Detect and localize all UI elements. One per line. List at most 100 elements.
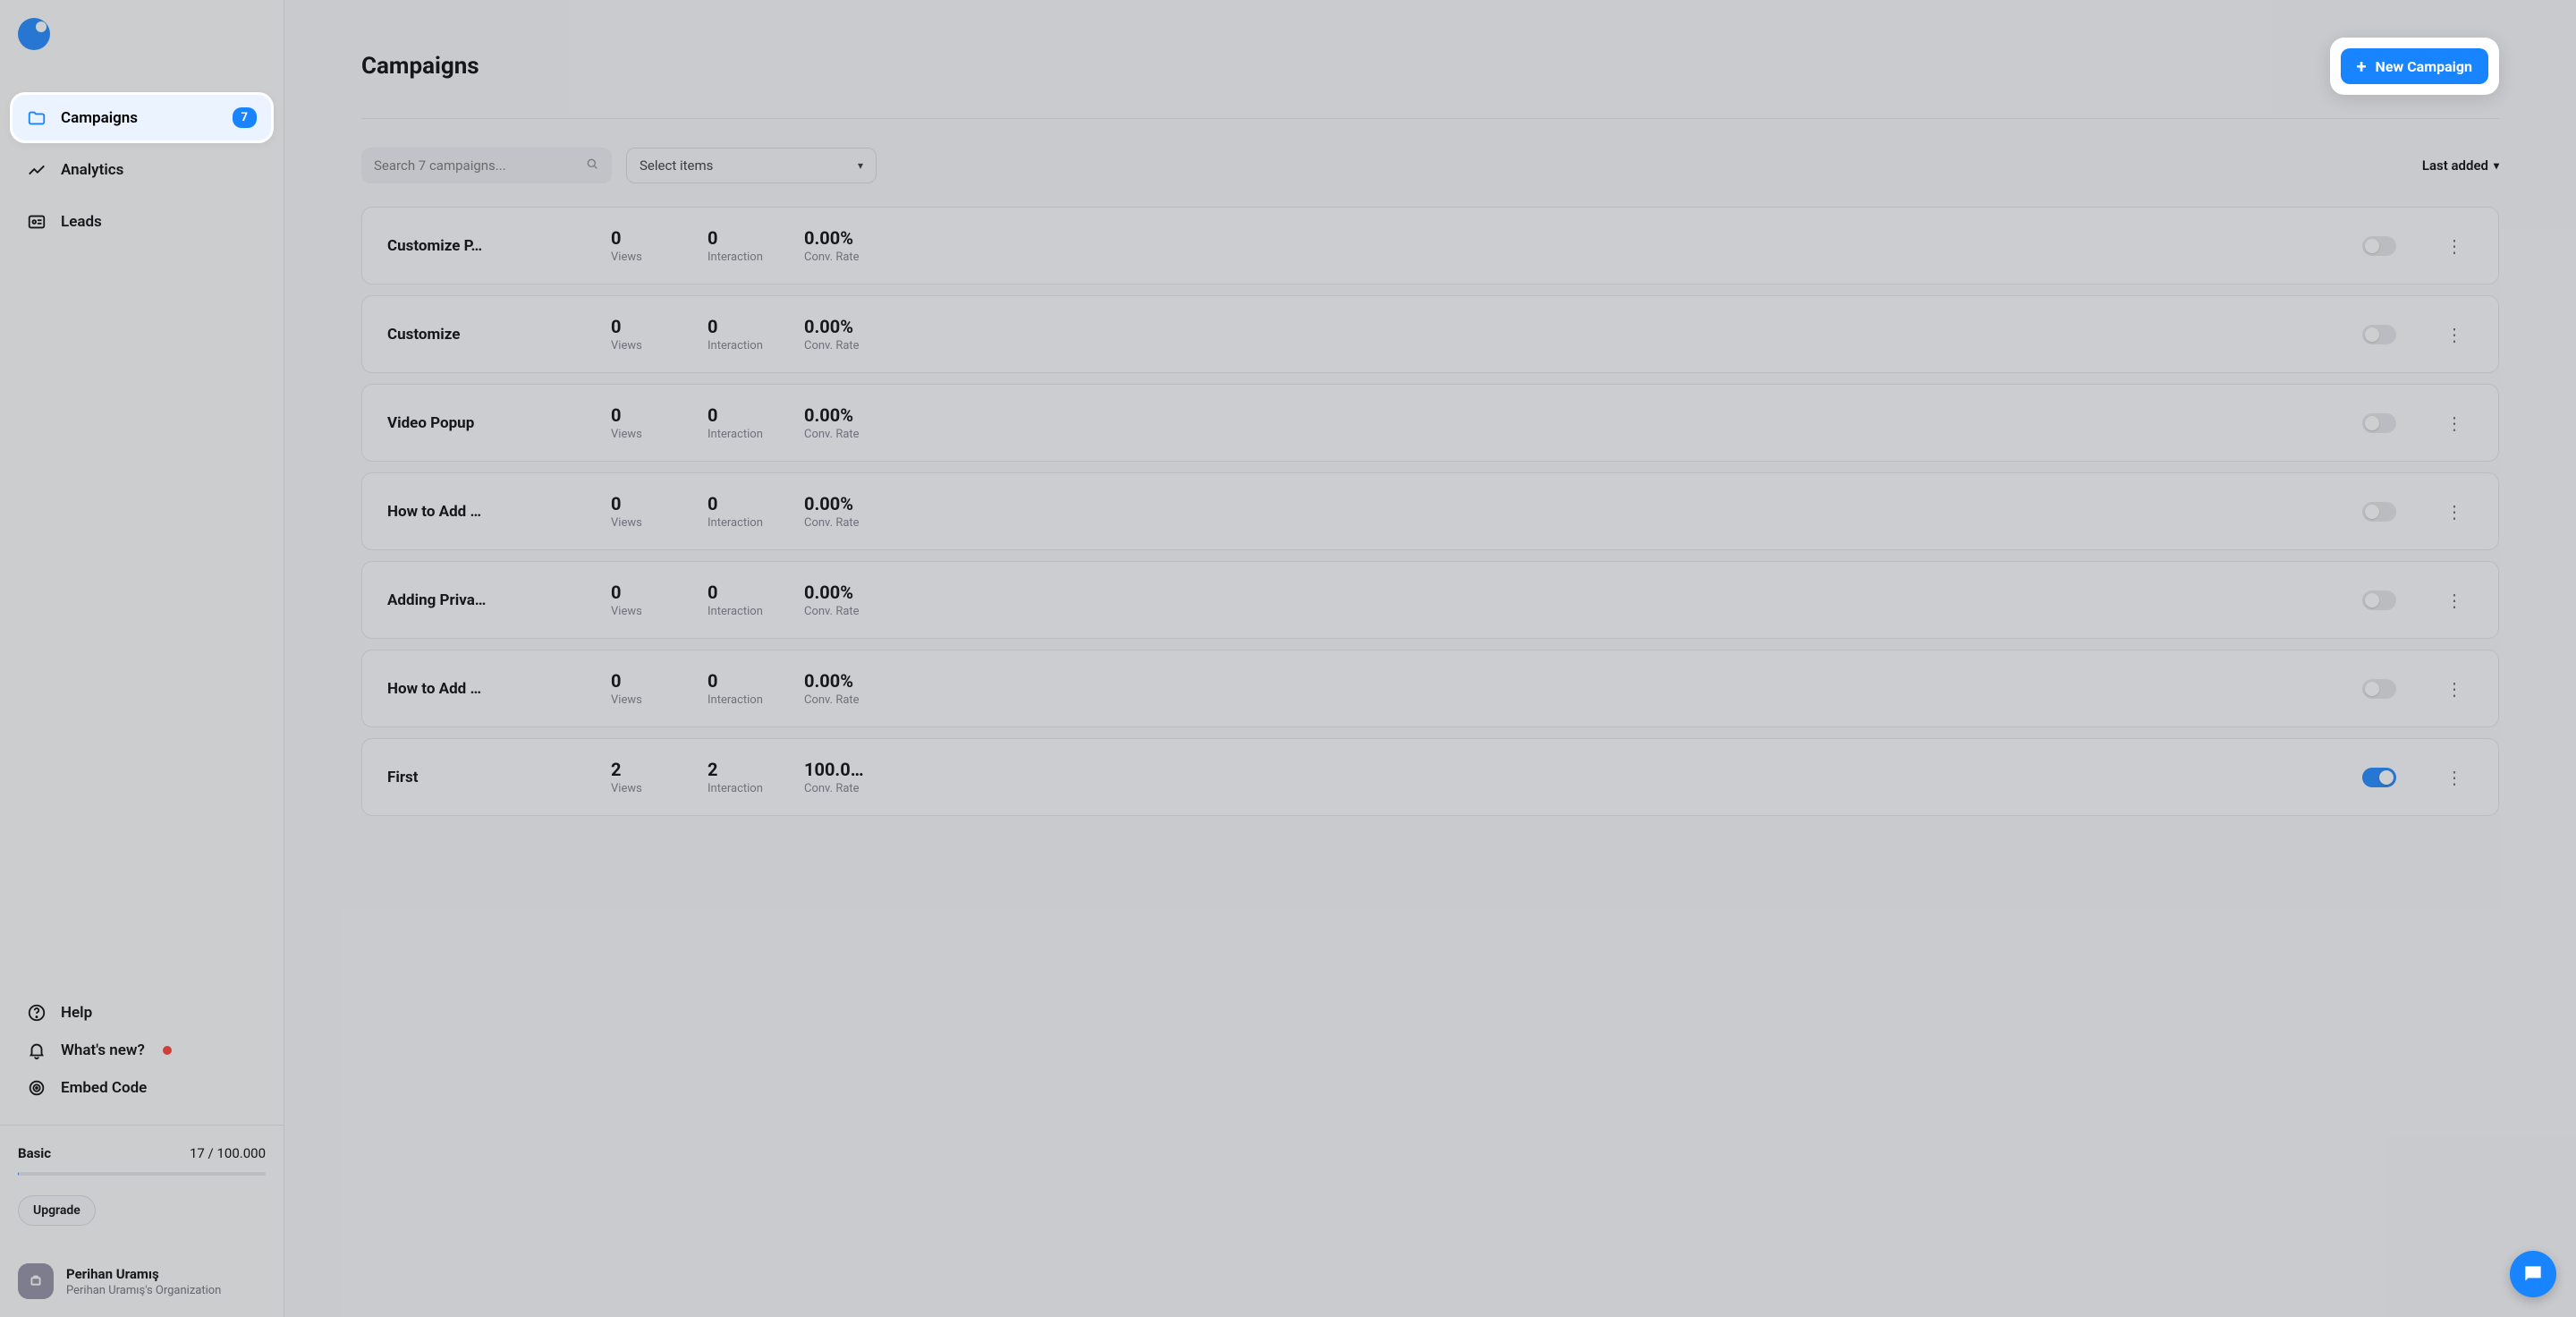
more-menu-button[interactable]: ⋮ bbox=[2441, 322, 2466, 347]
conv-value: 0.00% bbox=[804, 670, 956, 692]
sidebar-item-label: Leads bbox=[61, 213, 102, 231]
status-toggle[interactable] bbox=[2362, 236, 2396, 256]
interaction-label: Interaction bbox=[708, 339, 804, 353]
sidebar-item-label: Analytics bbox=[61, 161, 123, 179]
help-icon bbox=[27, 1003, 47, 1023]
sidebar-item-leads[interactable]: Leads bbox=[13, 200, 271, 244]
campaign-name: How to Add … bbox=[387, 503, 611, 521]
conv-label: Conv. Rate bbox=[804, 516, 956, 530]
conv-value: 0.00% bbox=[804, 582, 956, 603]
conv-value: 0.00% bbox=[804, 227, 956, 249]
help-link[interactable]: Help bbox=[13, 994, 271, 1032]
status-toggle[interactable] bbox=[2362, 325, 2396, 344]
views-label: Views bbox=[611, 782, 708, 795]
more-menu-button[interactable]: ⋮ bbox=[2441, 234, 2466, 259]
avatar bbox=[18, 1263, 54, 1299]
sort-label: Last added bbox=[2422, 157, 2488, 174]
status-toggle[interactable] bbox=[2362, 591, 2396, 610]
more-menu-button[interactable]: ⋮ bbox=[2441, 499, 2466, 524]
views-label: Views bbox=[611, 251, 708, 264]
campaign-name: First bbox=[387, 769, 611, 786]
interaction-value: 0 bbox=[708, 316, 804, 337]
campaign-name: Adding Priva… bbox=[387, 591, 611, 609]
main-content: Campaigns + New Campaign Select items ▾ bbox=[284, 0, 2576, 1317]
plan-usage: 17 / 100.000 bbox=[190, 1145, 266, 1161]
campaign-list: Customize P… 0 Views 0 Interaction 0.00%… bbox=[361, 207, 2499, 816]
status-toggle[interactable] bbox=[2362, 502, 2396, 522]
conv-label: Conv. Rate bbox=[804, 339, 956, 353]
folder-icon bbox=[27, 108, 47, 128]
link-label: Help bbox=[61, 1004, 92, 1022]
campaign-name: How to Add … bbox=[387, 680, 611, 698]
campaign-name: Video Popup bbox=[387, 414, 611, 432]
views-label: Views bbox=[611, 428, 708, 441]
sidebar-item-analytics[interactable]: Analytics bbox=[13, 148, 271, 192]
views-label: Views bbox=[611, 339, 708, 353]
views-value: 0 bbox=[611, 670, 708, 692]
upgrade-button[interactable]: Upgrade bbox=[18, 1195, 96, 1226]
bell-icon bbox=[27, 1041, 47, 1060]
sidebar-secondary-nav: Help What's new? Embed Code bbox=[0, 994, 284, 1125]
conv-value: 0.00% bbox=[804, 316, 956, 337]
conv-label: Conv. Rate bbox=[804, 782, 956, 795]
more-menu-button[interactable]: ⋮ bbox=[2441, 765, 2466, 790]
new-campaign-label: New Campaign bbox=[2376, 58, 2472, 75]
views-value: 2 bbox=[611, 759, 708, 780]
link-label: What's new? bbox=[61, 1041, 145, 1059]
target-icon bbox=[27, 1078, 47, 1098]
conv-label: Conv. Rate bbox=[804, 693, 956, 707]
interaction-label: Interaction bbox=[708, 605, 804, 618]
interaction-label: Interaction bbox=[708, 428, 804, 441]
conv-value: 100.0… bbox=[804, 759, 956, 780]
conv-value: 0.00% bbox=[804, 493, 956, 514]
status-toggle[interactable] bbox=[2362, 679, 2396, 699]
campaign-row[interactable]: How to Add … 0 Views 0 Interaction 0.00%… bbox=[361, 650, 2499, 727]
interaction-value: 0 bbox=[708, 227, 804, 249]
campaigns-count-badge: 7 bbox=[233, 107, 257, 128]
user-name: Perihan Uramış bbox=[66, 1266, 221, 1282]
page-title: Campaigns bbox=[361, 53, 479, 80]
campaign-row[interactable]: Customize P… 0 Views 0 Interaction 0.00%… bbox=[361, 207, 2499, 285]
interaction-label: Interaction bbox=[708, 251, 804, 264]
new-campaign-button[interactable]: + New Campaign bbox=[2341, 48, 2488, 84]
select-items-dropdown[interactable]: Select items ▾ bbox=[626, 148, 877, 183]
chat-fab[interactable] bbox=[2510, 1251, 2556, 1297]
sidebar-item-label: Campaigns bbox=[61, 109, 138, 127]
views-value: 0 bbox=[611, 316, 708, 337]
chevron-down-icon: ▾ bbox=[2494, 159, 2499, 172]
analytics-icon bbox=[27, 160, 47, 180]
campaign-row[interactable]: Video Popup 0 Views 0 Interaction 0.00% … bbox=[361, 384, 2499, 462]
search-input[interactable] bbox=[374, 157, 576, 174]
views-value: 0 bbox=[611, 582, 708, 603]
conv-label: Conv. Rate bbox=[804, 428, 956, 441]
plan-section: Basic 17 / 100.000 Upgrade bbox=[0, 1125, 284, 1245]
campaign-row[interactable]: How to Add … 0 Views 0 Interaction 0.00%… bbox=[361, 472, 2499, 550]
logo[interactable] bbox=[0, 0, 284, 95]
chevron-down-icon: ▾ bbox=[858, 159, 863, 172]
search-box[interactable] bbox=[361, 148, 612, 183]
interaction-label: Interaction bbox=[708, 516, 804, 530]
sidebar-item-campaigns[interactable]: Campaigns 7 bbox=[13, 95, 271, 140]
plan-name: Basic bbox=[18, 1145, 51, 1161]
primary-nav: Campaigns 7 Analytics Leads bbox=[0, 95, 284, 994]
more-menu-button[interactable]: ⋮ bbox=[2441, 588, 2466, 613]
leads-icon bbox=[27, 212, 47, 232]
user-org: Perihan Uramış's Organization bbox=[66, 1284, 221, 1297]
interaction-label: Interaction bbox=[708, 693, 804, 707]
campaign-row[interactable]: Customize 0 Views 0 Interaction 0.00% Co… bbox=[361, 295, 2499, 373]
more-menu-button[interactable]: ⋮ bbox=[2441, 411, 2466, 436]
interaction-value: 2 bbox=[708, 759, 804, 780]
status-toggle[interactable] bbox=[2362, 413, 2396, 433]
sort-dropdown[interactable]: Last added ▾ bbox=[2422, 157, 2499, 174]
campaign-row[interactable]: First 2 Views 2 Interaction 100.0… Conv.… bbox=[361, 738, 2499, 816]
search-icon bbox=[585, 157, 599, 174]
whats-new-link[interactable]: What's new? bbox=[13, 1032, 271, 1069]
views-label: Views bbox=[611, 516, 708, 530]
status-toggle[interactable] bbox=[2362, 768, 2396, 787]
campaign-row[interactable]: Adding Priva… 0 Views 0 Interaction 0.00… bbox=[361, 561, 2499, 639]
more-menu-button[interactable]: ⋮ bbox=[2441, 676, 2466, 701]
embed-code-link[interactable]: Embed Code bbox=[13, 1069, 271, 1107]
user-section[interactable]: Perihan Uramış Perihan Uramış's Organiza… bbox=[0, 1245, 284, 1317]
sidebar: Campaigns 7 Analytics Leads bbox=[0, 0, 284, 1317]
conv-label: Conv. Rate bbox=[804, 605, 956, 618]
